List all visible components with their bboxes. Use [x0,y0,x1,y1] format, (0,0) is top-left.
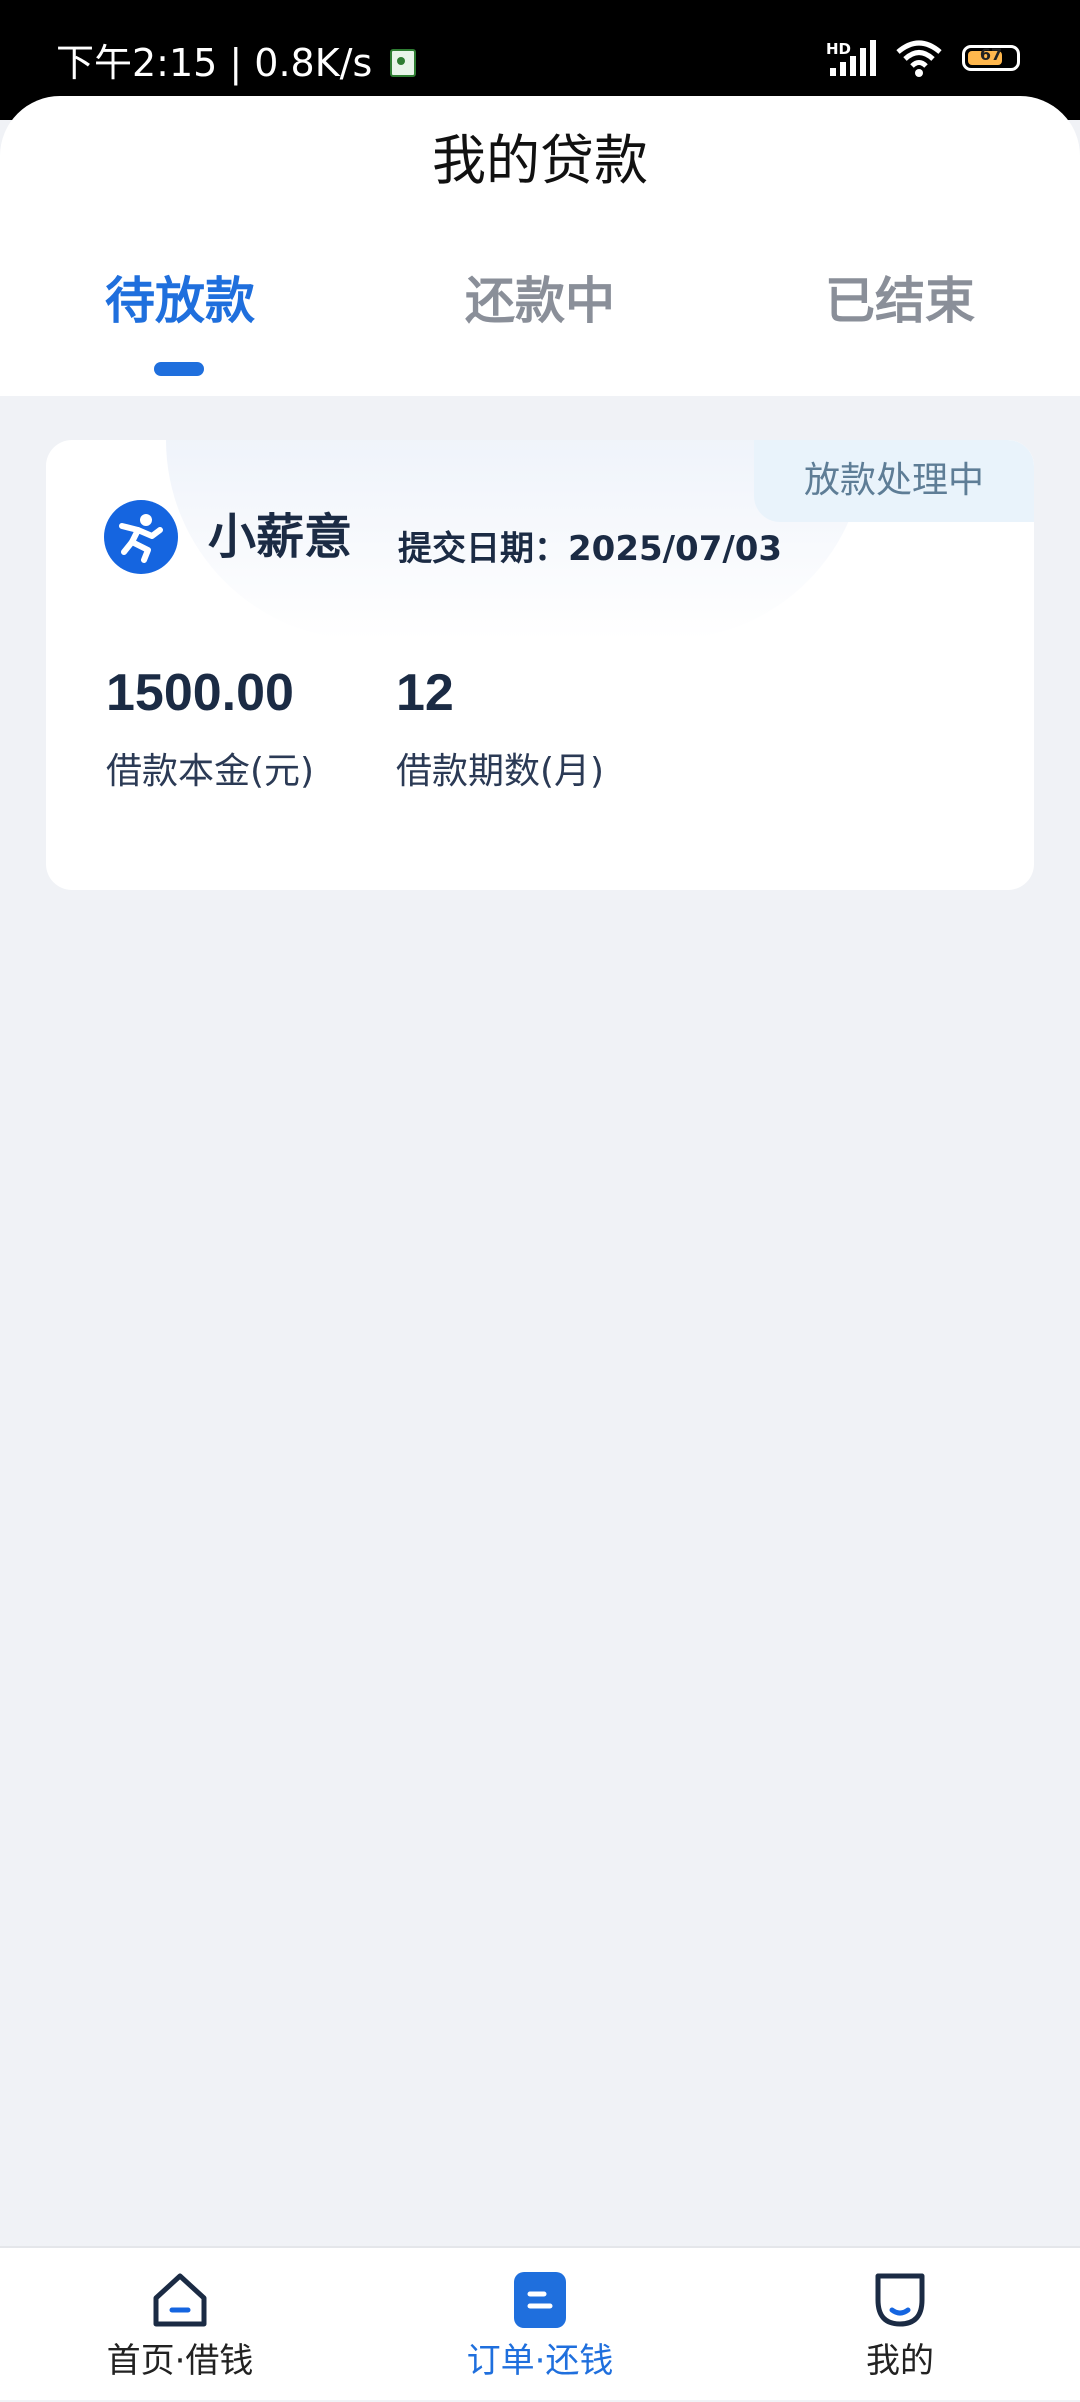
periods-label: 借款期数(月) [396,751,605,792]
page-header: 我的贷款 待放款 还款中 已结束 [0,96,1080,396]
nav-profile[interactable]: 我的 [750,2248,1050,2402]
home-icon [153,2273,207,2327]
battery-level: 67 [979,45,1003,64]
active-tab-indicator [154,362,204,376]
nav-profile-label: 我的 [866,2341,934,2381]
principal-value: 1500.00 [106,664,294,722]
bottom-navigation: 首页·借钱 订单·还钱 我的 [0,2246,1080,2400]
submit-date: 提交日期：2025/07/03 [398,529,783,569]
profile-icon [875,2273,925,2327]
brand-name: 小薪意 [208,509,353,565]
loan-tabs: 待放款 还款中 已结束 [0,266,1080,376]
notification-app-icon [390,49,417,77]
battery-icon: 67 [962,45,1020,71]
principal-label: 借款本金(元) [106,751,315,792]
wifi-icon [896,40,942,77]
periods-value: 12 [396,664,454,722]
nav-home-label: 首页·借钱 [106,2341,254,2381]
status-left: 下午2:15 | 0.8K/s [56,36,417,90]
brand-logo-icon [104,500,178,574]
signal-icon: HD [826,38,876,78]
tab-finished[interactable]: 已结束 [770,266,1030,336]
order-icon [514,2272,566,2328]
status-badge: 放款处理中 [754,440,1034,522]
tab-pending-disbursement[interactable]: 待放款 [50,266,310,336]
status-time-speed: 下午2:15 | 0.8K/s [56,41,373,85]
status-right: HD 67 [826,38,1020,78]
page-title: 我的贷款 [432,129,648,192]
tab-repaying[interactable]: 还款中 [410,266,670,336]
nav-order-label: 订单·还钱 [466,2341,614,2381]
nav-home-borrow[interactable]: 首页·借钱 [30,2248,330,2402]
nav-order-repay[interactable]: 订单·还钱 [390,2248,690,2402]
loan-card[interactable]: 放款处理中 小薪意 提交日期：2025/07/03 1500.00 借款本金(元… [46,440,1034,890]
